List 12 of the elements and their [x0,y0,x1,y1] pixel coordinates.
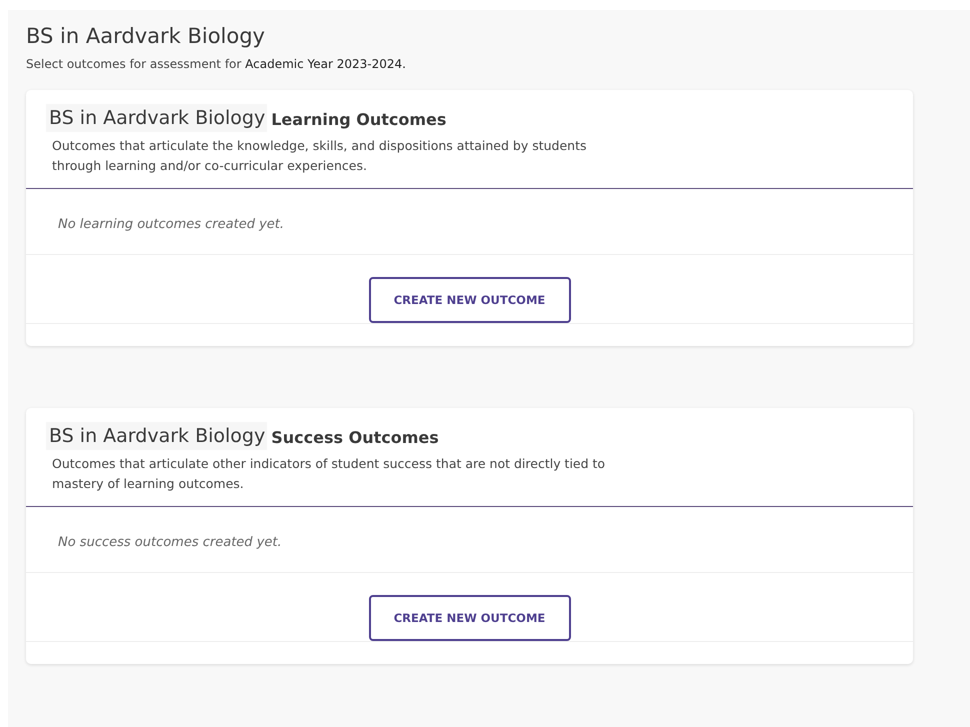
section-description: Outcomes that articulate other indicators of student success that are not directly tied to mastery of learning outcomes. [52,455,606,493]
page-title: BS in Aardvark Biology [26,24,265,48]
section-description: Outcomes that articulate the knowledge, skills, and dispositions attained by students through learning and/or co-curricular experiences. [52,137,588,175]
section-heading: Learning Outcomes [271,110,446,129]
page-subtitle: Select outcomes for assessment for Academic Year 2023-2024. [26,57,406,71]
section-heading: Success Outcomes [271,428,439,447]
create-outcome-button[interactable]: CREATE NEW OUTCOME [368,595,570,641]
program-name: BS in Aardvark Biology [46,422,268,450]
program-name: BS in Aardvark Biology [46,104,268,132]
empty-message: No success outcomes created yet. [58,535,282,550]
create-outcome-button[interactable]: CREATE NEW OUTCOME [368,277,570,323]
empty-message: No learning outcomes created yet. [58,217,284,232]
